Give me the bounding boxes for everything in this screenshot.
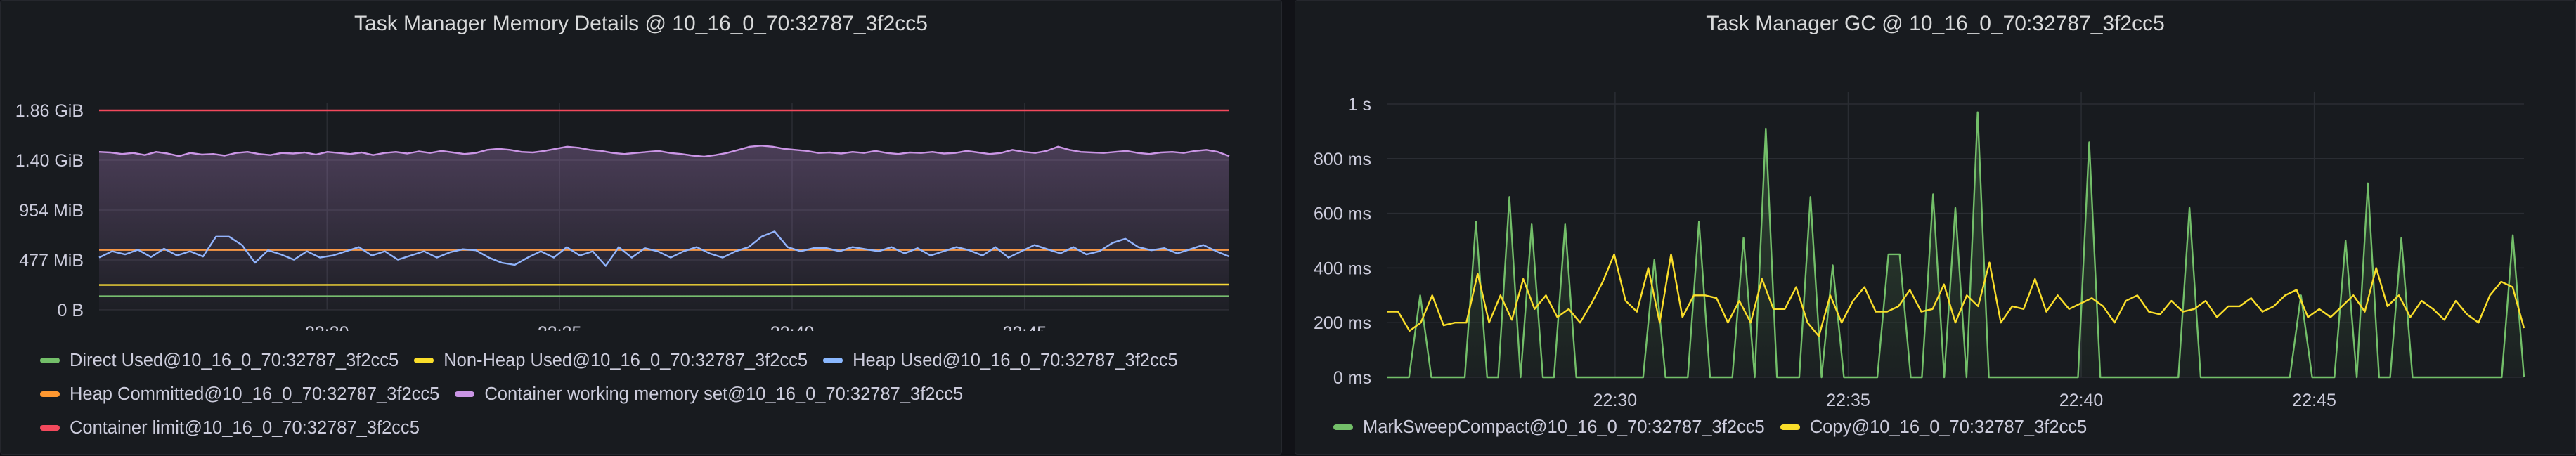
gc-panel[interactable]: Task Manager GC @ 10_16_0_70:32787_3f2cc… <box>1295 0 2576 455</box>
y-tick-label: 954 MiB <box>19 201 84 221</box>
y-tick-label: 400 ms <box>1314 259 1371 278</box>
gc-legend: MarkSweepCompact@10_16_0_70:32787_3f2cc5… <box>1333 410 2102 444</box>
x-tick-label: 22:30 <box>305 323 349 331</box>
x-tick-label: 22:30 <box>1593 391 1638 408</box>
legend-item[interactable]: Heap Used@10_16_0_70:32787_3f2cc5 <box>823 351 1178 371</box>
y-tick-label: 477 MiB <box>19 251 84 271</box>
legend-swatch <box>1780 424 1800 430</box>
legend-item[interactable]: Non-Heap Used@10_16_0_70:32787_3f2cc5 <box>414 351 808 371</box>
y-tick-label: 200 ms <box>1314 313 1371 333</box>
legend-item[interactable]: Direct Used@10_16_0_70:32787_3f2cc5 <box>40 351 399 371</box>
legend-swatch <box>40 425 60 431</box>
legend-swatch <box>414 358 434 363</box>
x-tick-label: 22:40 <box>770 323 815 331</box>
legend-label: Heap Committed@10_16_0_70:32787_3f2cc5 <box>70 384 440 404</box>
legend-row: Direct Used@10_16_0_70:32787_3f2cc5 Non-H… <box>40 344 1193 377</box>
legend-label: Copy@10_16_0_70:32787_3f2cc5 <box>1809 417 2088 437</box>
memory-details-panel[interactable]: Task Manager Memory Details @ 10_16_0_70… <box>0 0 1282 455</box>
legend-label: Container working memory set@10_16_0_70:… <box>484 384 964 404</box>
series-area <box>99 145 1229 310</box>
legend-label: Heap Used@10_16_0_70:32787_3f2cc5 <box>853 350 1178 370</box>
gc-chart[interactable]: 0 ms 200 ms 400 ms 600 ms 800 ms 1 s 22:30 22:3… <box>1295 1 2576 408</box>
legend-label: MarkSweepCompact@10_16_0_70:32787_3f2cc5 <box>1363 417 1765 437</box>
x-tick-label: 22:35 <box>538 323 582 331</box>
y-tick-label: 800 ms <box>1314 150 1371 169</box>
legend-label: Non-Heap Used@10_16_0_70:32787_3f2cc5 <box>444 350 808 370</box>
x-tick-label: 22:35 <box>1826 391 1870 408</box>
y-tick-label: 1.40 GiB <box>15 151 84 171</box>
legend-swatch <box>40 358 60 363</box>
legend-swatch <box>1333 424 1353 430</box>
legend-item[interactable]: Copy@10_16_0_70:32787_3f2cc5 <box>1780 417 2088 438</box>
legend-row: Heap Committed@10_16_0_70:32787_3f2cc5 Co… <box>40 377 1193 411</box>
y-tick-label: 1.86 GiB <box>15 101 84 121</box>
memory-chart[interactable]: 0 B 477 MiB 954 MiB 1.40 GiB 1.86 GiB 22:30 22… <box>1 1 1283 331</box>
legend-row: MarkSweepCompact@10_16_0_70:32787_3f2cc5… <box>1333 410 2102 444</box>
x-tick-label: 22:45 <box>1003 323 1047 331</box>
legend-swatch <box>455 391 475 397</box>
legend-item[interactable]: MarkSweepCompact@10_16_0_70:32787_3f2cc5 <box>1333 417 1765 438</box>
legend-item[interactable]: Container limit@10_16_0_70:32787_3f2cc5 <box>40 418 420 438</box>
x-tick-label: 22:40 <box>2059 391 2104 408</box>
memory-legend: Direct Used@10_16_0_70:32787_3f2cc5 Non-H… <box>40 344 1193 445</box>
legend-label: Container limit@10_16_0_70:32787_3f2cc5 <box>70 417 420 438</box>
legend-swatch <box>40 391 60 397</box>
legend-row: Container limit@10_16_0_70:32787_3f2cc5 <box>40 411 1193 445</box>
y-tick-label: 0 ms <box>1333 368 1371 388</box>
y-tick-label: 600 ms <box>1314 204 1371 224</box>
dashboard: Task Manager Memory Details @ 10_16_0_70… <box>0 0 2576 456</box>
legend-item[interactable]: Heap Committed@10_16_0_70:32787_3f2cc5 <box>40 384 439 405</box>
y-tick-label: 1 s <box>1348 95 1371 115</box>
legend-swatch <box>823 358 843 363</box>
x-tick-label: 22:45 <box>2292 391 2336 408</box>
y-tick-label: 0 B <box>57 301 84 320</box>
legend-label: Direct Used@10_16_0_70:32787_3f2cc5 <box>70 350 399 370</box>
legend-item[interactable]: Container working memory set@10_16_0_70:… <box>455 384 963 405</box>
